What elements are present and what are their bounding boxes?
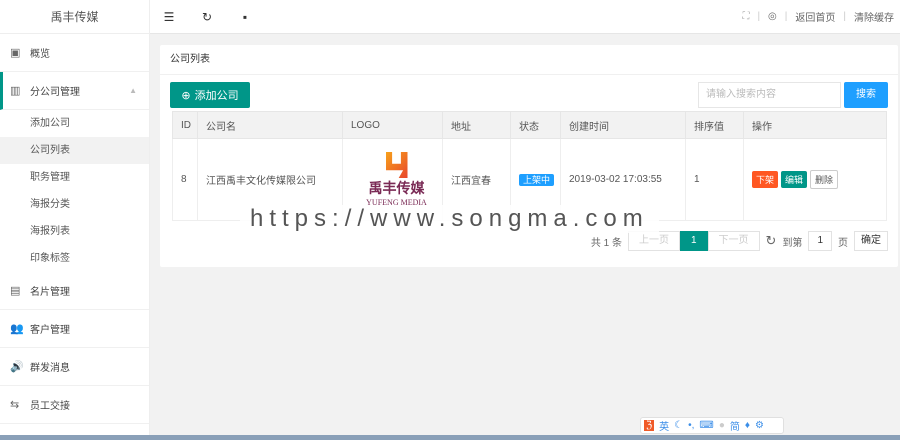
message-icon[interactable]: ▪	[226, 10, 264, 24]
sub-item-add-company[interactable]: 添加公司	[0, 110, 149, 137]
card-icon: ▤	[10, 285, 21, 297]
label: 员工交接	[30, 401, 70, 412]
label: 分公司管理	[30, 87, 80, 98]
sub-item-poster-category[interactable]: 海报分类	[0, 191, 149, 218]
col-address: 地址	[442, 111, 511, 139]
ime-lang[interactable]: 英	[659, 418, 669, 433]
sidebar-item-cards[interactable]: ▤ 名片管理	[0, 272, 149, 310]
sidebar-item-broadcast[interactable]: 🔊 群发消息	[0, 348, 149, 386]
col-id: ID	[172, 111, 198, 139]
pagination: 共 1 条 上一页 1 下一页 ↻ 到第 1 页 确定	[591, 231, 888, 251]
card-title: 公司列表	[160, 45, 898, 75]
ime-logo-icon[interactable]: ℨ	[644, 420, 655, 431]
ime-simplified[interactable]: 简	[730, 418, 740, 433]
col-name: 公司名	[197, 111, 343, 139]
search-input[interactable]: 请输入搜索内容	[698, 82, 841, 108]
company-list-card: 公司列表 ⊕ 添加公司 请输入搜索内容 搜索 ID 公司名 LOGO 地址 状态 …	[160, 45, 898, 267]
transfer-icon: ⇆	[10, 399, 20, 411]
sidebar-item-overview[interactable]: ▣ 概览	[0, 34, 149, 72]
home-link[interactable]: 返回首页	[795, 9, 835, 24]
watermark: https://www.songma.com	[240, 205, 659, 233]
sidebar-item-customers[interactable]: 👥 客户管理	[0, 310, 149, 348]
label: 群发消息	[30, 363, 70, 374]
taskbar	[0, 435, 900, 440]
refresh-icon[interactable]: ↻	[766, 233, 777, 249]
cell-sort: 1	[685, 138, 744, 221]
monitor-icon: ▣	[10, 47, 21, 59]
sub-item-poster-list[interactable]: 海报列表	[0, 218, 149, 245]
punctuation-icon[interactable]: •,	[688, 420, 694, 431]
edit-button[interactable]: 编辑	[781, 171, 808, 188]
page-input[interactable]: 1	[808, 231, 832, 251]
sub-item-company-list[interactable]: 公司列表	[0, 137, 149, 164]
user-icon[interactable]: ●	[719, 420, 725, 431]
logo-mark	[385, 152, 408, 178]
page-unit: 页	[838, 237, 848, 249]
search-button[interactable]: 搜索	[844, 82, 888, 108]
col-sort: 排序值	[685, 111, 744, 139]
page-1[interactable]: 1	[679, 231, 708, 251]
status-badge: 上架中	[519, 174, 555, 186]
sub-item-tags[interactable]: 印象标签	[0, 245, 149, 272]
keyboard-icon[interactable]: ⌨	[699, 420, 713, 431]
col-status: 状态	[510, 111, 561, 139]
theme-icon[interactable]: ◎	[768, 11, 777, 22]
ime-toolbar: ℨ 英 ☾ •, ⌨ ● 简 ♦ ⚙	[640, 417, 784, 434]
unpublish-button[interactable]: 下架	[752, 171, 779, 188]
col-logo: LOGO	[342, 111, 443, 139]
next-page-button[interactable]: 下一页	[707, 231, 760, 251]
sidebar-item-branch[interactable]: ▥ 分公司管理 ▲	[0, 72, 149, 110]
building-icon: ▥	[10, 85, 21, 97]
menu-toggle-icon[interactable]: ☰	[150, 10, 188, 24]
col-created: 创建时间	[560, 111, 686, 139]
clear-cache-link[interactable]: 清除缓存	[854, 9, 894, 24]
gear-icon[interactable]: ⚙	[755, 420, 764, 431]
top-bar: ☰ ↻ ▪ ⛶ | ◎ | 返回首页 | 清除缓存	[150, 0, 900, 34]
confirm-button[interactable]: 确定	[854, 231, 888, 251]
label: 概览	[30, 49, 50, 60]
shirt-icon[interactable]: ♦	[745, 420, 750, 431]
cell-id: 8	[172, 138, 198, 221]
sub-item-positions[interactable]: 职务管理	[0, 164, 149, 191]
chevron-up-icon: ▲	[129, 86, 137, 95]
col-actions: 操作	[743, 111, 887, 139]
label: 客户管理	[30, 325, 70, 336]
label: 添加公司	[194, 90, 239, 102]
refresh-icon[interactable]: ↻	[188, 10, 226, 24]
add-company-button[interactable]: ⊕ 添加公司	[170, 82, 250, 108]
label: 名片管理	[30, 287, 70, 298]
moon-icon[interactable]: ☾	[674, 420, 683, 431]
company-logo: 禹丰传媒 YUFENG MEDIA	[351, 152, 442, 207]
goto-label: 到第	[782, 237, 803, 249]
sidebar: 禹丰传媒 ▣ 概览 ▥ 分公司管理 ▲ 添加公司 公司列表 职务管理 海报分类 海报列…	[0, 0, 150, 440]
cell-actions: 下架 编辑 删除	[743, 138, 887, 221]
prev-page-button[interactable]: 上一页	[627, 231, 680, 251]
brand-logo: 禹丰传媒	[0, 0, 149, 34]
users-icon: 👥	[10, 323, 24, 335]
fullscreen-icon[interactable]: ⛶	[742, 11, 749, 22]
plus-circle-icon: ⊕	[181, 89, 191, 102]
sidebar-item-handover[interactable]: ⇆ 员工交接	[0, 386, 149, 424]
total-count: 共 1 条	[590, 237, 622, 249]
logo-text: 禹丰传媒	[368, 182, 425, 197]
delete-button[interactable]: 删除	[810, 170, 839, 189]
speaker-icon: 🔊	[10, 361, 24, 373]
